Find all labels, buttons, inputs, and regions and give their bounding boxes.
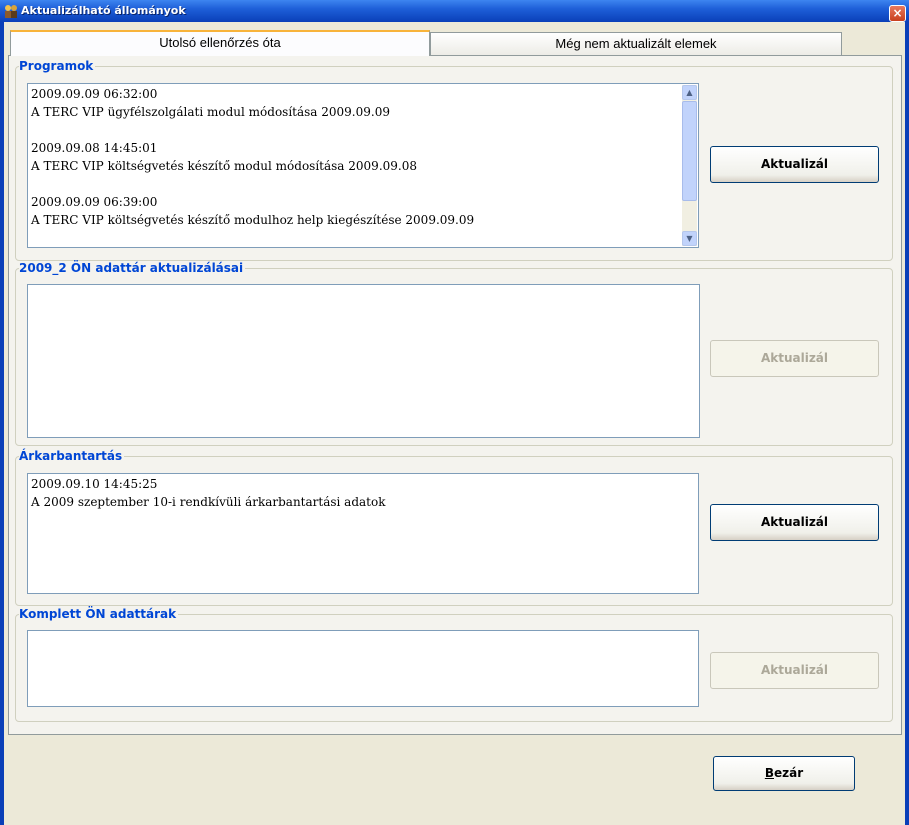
list-item-text: A TERC VIP költségvetés készítő modul mó… xyxy=(31,159,417,173)
list-item-text: A TERC VIP költségvetés készítő modulhoz… xyxy=(31,213,475,227)
group-title-adattar: 2009_2 ÖN adattár aktualizálásai xyxy=(19,261,246,275)
list-item[interactable]: 2009.09.09 06:32:00 A TERC VIP ügyfélszo… xyxy=(28,84,698,122)
arkarbantartas-aktualizal-button[interactable]: Aktualizál xyxy=(710,504,879,541)
list-item-text: A 2009 szeptember 10-i rendkívüli árkarb… xyxy=(31,495,386,509)
list-item[interactable]: 2009.09.09 06:39:00 A TERC VIP költségve… xyxy=(28,192,698,230)
window-frame-left xyxy=(0,22,4,825)
scrollbar-thumb[interactable] xyxy=(682,101,697,201)
list-item[interactable]: 2009.09.08 14:45:01 A TERC VIP költségve… xyxy=(28,138,698,176)
close-button-mnemonic: B xyxy=(764,766,774,780)
programok-aktualizal-button[interactable]: Aktualizál xyxy=(710,146,879,183)
komplett-list[interactable] xyxy=(27,630,699,707)
programok-list[interactable]: 2009.09.09 06:32:00 A TERC VIP ügyfélszo… xyxy=(27,83,699,248)
komplett-aktualizal-button[interactable]: Aktualizál xyxy=(710,652,879,689)
arrow-down-icon[interactable]: ▼ xyxy=(682,231,697,246)
close-icon[interactable]: × xyxy=(889,5,906,22)
close-button[interactable]: Bezár xyxy=(713,756,855,791)
group-title-komplett: Komplett ÖN adattárak xyxy=(19,607,179,621)
list-item[interactable]: 2009.09.10 14:45:25 A 2009 szeptember 10… xyxy=(28,474,698,512)
arrow-up-icon[interactable]: ▲ xyxy=(682,85,697,100)
window-title: Aktualizálható állományok xyxy=(21,4,186,17)
close-button-label: ezár xyxy=(774,766,804,780)
vertical-scrollbar[interactable]: ▲ ▼ xyxy=(682,85,697,246)
list-item-time: 2009.09.09 06:32:00 xyxy=(31,87,158,101)
group-title-programok: Programok xyxy=(19,59,96,73)
app-icon xyxy=(5,5,17,18)
adattar-aktualizal-button[interactable]: Aktualizál xyxy=(710,340,879,377)
title-bar[interactable]: Aktualizálható állományok xyxy=(0,0,909,22)
list-item-time: 2009.09.10 14:45:25 xyxy=(31,477,158,491)
window-frame-right xyxy=(905,22,909,825)
arkarbantartas-list[interactable]: 2009.09.10 14:45:25 A 2009 szeptember 10… xyxy=(27,473,699,594)
list-item-time: 2009.09.09 06:39:00 xyxy=(31,195,158,209)
tab-meg-nem-aktualizalt[interactable]: Még nem aktualizált elemek xyxy=(430,32,842,56)
adattar-list[interactable] xyxy=(27,284,700,438)
tab-utolso-ellenorzes[interactable]: Utolsó ellenőrzés óta xyxy=(10,30,430,56)
list-item-text: A TERC VIP ügyfélszolgálati modul módosí… xyxy=(31,105,390,119)
group-title-arkarbantartas: Árkarbantartás xyxy=(19,449,125,463)
list-item-time: 2009.09.08 14:45:01 xyxy=(31,141,158,155)
